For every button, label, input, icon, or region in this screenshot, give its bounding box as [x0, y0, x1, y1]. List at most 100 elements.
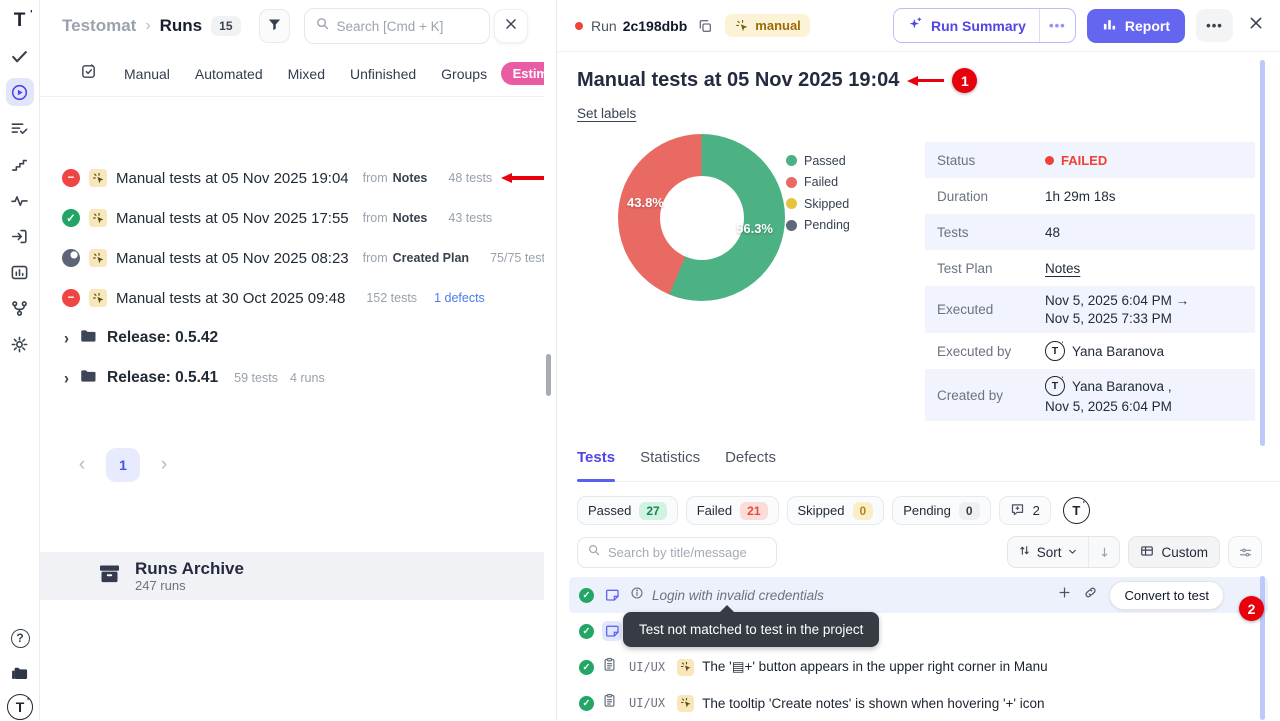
panel-close-button[interactable]	[494, 9, 528, 43]
release-meta: 59 tests4 runs	[234, 371, 325, 385]
manual-badge: manual	[725, 14, 810, 37]
run-id: 2c198dbb	[623, 18, 688, 34]
report-button[interactable]: Report	[1087, 9, 1185, 43]
test-row[interactable]: UI/UX The '▤+' button appears in the upp…	[569, 649, 1268, 685]
status-filter-chip[interactable]: Passed 27	[577, 496, 678, 525]
runs-filter-tab[interactable]: Unfinished	[350, 66, 416, 82]
next-page-button[interactable]: ›	[152, 454, 176, 476]
sidebar-item-tests[interactable]	[6, 42, 34, 70]
tests-search-input[interactable]	[608, 545, 766, 560]
run-detail-header: Run 2c198dbb manual Run Summary ••• Repo…	[557, 0, 1280, 52]
comments-filter-chip[interactable]: 2	[999, 496, 1051, 525]
user-avatar[interactable]: T'	[7, 694, 33, 720]
breadcrumb-project[interactable]: Testomat	[62, 16, 136, 36]
run-defects-link[interactable]: 1 defects	[434, 291, 485, 305]
assignee-avatar-filter[interactable]: T'	[1063, 497, 1090, 524]
run-row[interactable]: Manual tests at 05 Nov 2025 08:23 fromCr…	[40, 238, 544, 278]
sidebar-item-import[interactable]	[6, 222, 34, 250]
info-row: Created by T' Yana Baranova , Nov 5, 202…	[925, 369, 1255, 421]
test-row[interactable]: Login with invalid credentials Convert t…	[569, 577, 1268, 613]
runs-archive[interactable]: Runs Archive 247 runs	[40, 552, 544, 600]
close-detail-button[interactable]	[1248, 15, 1264, 36]
detail-tab[interactable]: Defects	[725, 449, 776, 481]
list-check-icon	[10, 119, 29, 138]
runs-list: Manual tests at 05 Nov 2025 19:04 fromNo…	[40, 158, 544, 398]
global-search	[304, 8, 490, 44]
runs-filter-tab[interactable]: Automated	[195, 66, 263, 82]
testomat-logo[interactable]: T'	[7, 8, 33, 34]
runs-filter-tab[interactable]: Mixed	[288, 66, 325, 82]
convert-to-test-button[interactable]: Convert to test	[1109, 581, 1224, 610]
run-row-title: Manual tests at 30 Oct 2025 09:48	[116, 290, 345, 307]
manual-run-icon	[89, 289, 107, 307]
search-icon	[315, 16, 330, 36]
run-row[interactable]: Manual tests at 05 Nov 2025 17:55 fromNo…	[40, 198, 544, 238]
release-folder-row[interactable]: › Release: 0.5.41 59 tests4 runs	[40, 358, 544, 398]
run-summary-more-button[interactable]: •••	[1039, 9, 1075, 42]
test-row[interactable]: UI/UX The tooltip 'Create notes' is show…	[569, 685, 1268, 721]
detail-scrollbar-bottom[interactable]	[1260, 576, 1265, 720]
select-runs-icon[interactable]	[80, 63, 97, 85]
sidebar-item-steps[interactable]	[6, 150, 34, 178]
release-folder-row[interactable]: › Release: 0.5.42	[40, 318, 544, 358]
prev-page-button[interactable]: ‹	[70, 454, 94, 476]
status-filter-chip[interactable]: Pending 0	[892, 496, 990, 525]
tests-toolbar: Sort Custom	[577, 536, 1262, 568]
funnel-icon	[267, 17, 282, 35]
sidebar-item-settings[interactable]	[6, 330, 34, 358]
chevron-right-icon[interactable]: ›	[64, 369, 69, 388]
clipboard-icon	[602, 657, 617, 677]
add-icon[interactable]	[1057, 585, 1072, 605]
tests-list: Login with invalid credentials Convert t…	[569, 577, 1268, 721]
info-label: Tests	[937, 225, 1045, 240]
run-tests-count: 43 tests	[448, 211, 492, 225]
info-label: Duration	[937, 189, 1045, 204]
status-filter-chip[interactable]: Failed 21	[686, 496, 779, 525]
panel-scrollbar[interactable]	[546, 354, 551, 396]
run-summary-button[interactable]: Run Summary	[894, 9, 1039, 42]
run-tests-count: 75/75 tests	[490, 251, 544, 265]
runs-filter-tab[interactable]: Groups	[441, 66, 487, 82]
sidebar-item-runs[interactable]	[6, 78, 34, 106]
chevron-right-icon[interactable]: ›	[64, 329, 69, 348]
detail-scrollbar-top[interactable]	[1260, 60, 1265, 446]
sort-button[interactable]: Sort	[1008, 537, 1089, 567]
more-actions-button[interactable]: •••	[1196, 9, 1233, 42]
breadcrumb: Testomat › Runs 15	[62, 16, 241, 36]
runs-count-badge: 15	[211, 16, 240, 36]
sidebar-item-reports[interactable]	[6, 258, 34, 286]
sidebar-item-branches[interactable]	[6, 294, 34, 322]
view-settings-button[interactable]	[1228, 536, 1262, 568]
manual-run-icon	[89, 249, 107, 267]
run-row[interactable]: Manual tests at 05 Nov 2025 19:04 fromNo…	[40, 158, 544, 198]
search-input[interactable]	[337, 19, 477, 34]
estimate-badge[interactable]: Estim	[501, 62, 544, 85]
info-value: T' Yana Baranova	[1045, 334, 1164, 368]
annotation-badge-2: 2	[1239, 596, 1264, 621]
sort-direction-button[interactable]	[1088, 537, 1119, 567]
filter-button[interactable]	[259, 9, 290, 43]
copy-run-id-button[interactable]	[697, 18, 713, 34]
info-row: Status T' FAILED	[925, 142, 1255, 178]
search-icon	[587, 543, 601, 562]
custom-columns-button[interactable]: Custom	[1128, 536, 1220, 568]
current-page[interactable]: 1	[106, 448, 140, 482]
detail-tab[interactable]: Statistics	[640, 449, 700, 481]
sidebar-item-plans[interactable]	[6, 114, 34, 142]
detail-tab[interactable]: Tests	[577, 449, 615, 481]
info-value: T' Yana Baranova , Nov 5, 2025 6:04 PM	[1045, 369, 1172, 421]
status-filter-chip[interactable]: Skipped 0	[787, 496, 885, 525]
note-icon	[602, 585, 622, 605]
sidebar-item-activity[interactable]	[6, 186, 34, 214]
annotation-badge-1: 1	[952, 68, 977, 93]
bar-chart-icon	[10, 263, 29, 282]
pulse-icon	[10, 191, 29, 210]
legend-label: Pending	[804, 218, 850, 232]
run-row[interactable]: Manual tests at 30 Oct 2025 09:48 152 te…	[40, 278, 544, 318]
set-labels-link[interactable]: Set labels	[577, 106, 636, 121]
link-icon[interactable]	[1083, 585, 1098, 605]
passed-check-icon	[579, 696, 594, 711]
help-button[interactable]: ?	[6, 624, 34, 652]
runs-filter-tab[interactable]: Manual	[124, 66, 170, 82]
docs-button[interactable]	[6, 660, 34, 688]
